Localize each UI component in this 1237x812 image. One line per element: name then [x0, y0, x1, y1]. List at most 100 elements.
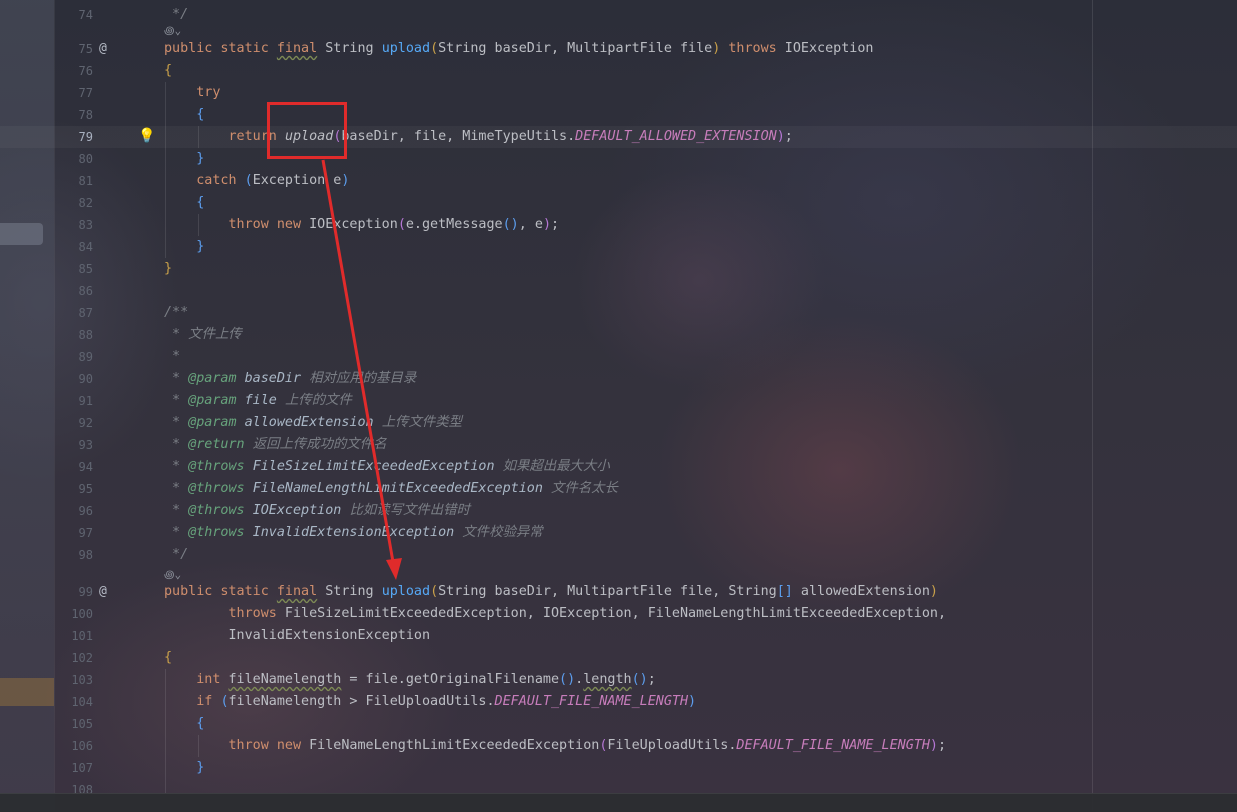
code-text[interactable]: try	[164, 82, 220, 104]
code-text[interactable]: }	[164, 148, 204, 170]
line-number[interactable]: 89	[55, 346, 93, 368]
line-number[interactable]: 74	[55, 4, 93, 26]
line-number[interactable]: 81	[55, 170, 93, 192]
line-number[interactable]: 79	[55, 126, 93, 148]
code-text[interactable]: InvalidExtensionException	[164, 625, 430, 647]
code-line[interactable]: 88 * 文件上传	[0, 324, 1237, 346]
line-number[interactable]: 76	[55, 60, 93, 82]
line-number[interactable]: 97	[55, 522, 93, 544]
code-text[interactable]: * @param file 上传的文件	[164, 390, 352, 412]
code-text[interactable]: throw new FileNameLengthLimitExceededExc…	[164, 735, 947, 757]
line-number[interactable]: 95	[55, 478, 93, 500]
code-line[interactable]: 95 * @throws FileNameLengthLimitExceeded…	[0, 478, 1237, 500]
line-number[interactable]: 96	[55, 500, 93, 522]
code-line[interactable]: 104 if (fileNamelength > FileUploadUtils…	[0, 691, 1237, 713]
line-number[interactable]: 83	[55, 214, 93, 236]
code-text[interactable]: }	[164, 258, 172, 280]
code-line[interactable]: 83 throw new IOException(e.getMessage(),…	[0, 214, 1237, 236]
code-text[interactable]: * @throws FileNameLengthLimitExceededExc…	[164, 478, 618, 500]
code-text[interactable]: int fileNamelength = file.getOriginalFil…	[164, 669, 656, 691]
code-text[interactable]: throws FileSizeLimitExceededException, I…	[164, 603, 947, 625]
code-line[interactable]: 106 throw new FileNameLengthLimitExceede…	[0, 735, 1237, 757]
line-number[interactable]: 93	[55, 434, 93, 456]
code-line[interactable]: 81 catch (Exception e)	[0, 170, 1237, 192]
code-text[interactable]: {	[164, 104, 204, 126]
code-line[interactable]: 94 * @throws FileSizeLimitExceededExcept…	[0, 456, 1237, 478]
line-number[interactable]: 77	[55, 82, 93, 104]
code-line[interactable]: 105 {	[0, 713, 1237, 735]
line-number[interactable]: 88	[55, 324, 93, 346]
code-text[interactable]: */	[164, 544, 188, 566]
line-number[interactable]: 91	[55, 390, 93, 412]
line-number[interactable]: 75	[55, 38, 93, 60]
code-line[interactable]: 93 * @return 返回上传成功的文件名	[0, 434, 1237, 456]
code-line[interactable]: 80 }	[0, 148, 1237, 170]
code-text[interactable]: *	[164, 346, 180, 368]
code-text[interactable]: public static final String upload(String…	[164, 581, 938, 603]
lightbulb-icon[interactable]: 💡	[138, 125, 155, 147]
code-text[interactable]: {	[164, 713, 204, 735]
code-text[interactable]: * @return 返回上传成功的文件名	[164, 434, 387, 456]
implements-marker-icon[interactable]: @	[99, 38, 107, 60]
code-line[interactable]: 86	[0, 280, 1237, 302]
code-line[interactable]: 102 {	[0, 647, 1237, 669]
code-line[interactable]: 97 * @throws InvalidExtensionException 文…	[0, 522, 1237, 544]
code-line[interactable]: 85}	[0, 258, 1237, 280]
code-text[interactable]: * @throws IOException 比如读写文件出错时	[164, 500, 470, 522]
line-number[interactable]: 78	[55, 104, 93, 126]
line-number[interactable]: 92	[55, 412, 93, 434]
line-number[interactable]: 101	[55, 625, 93, 647]
code-line[interactable]: 92 * @param allowedExtension 上传文件类型	[0, 412, 1237, 434]
code-line[interactable]: 96 * @throws IOException 比如读写文件出错时	[0, 500, 1237, 522]
line-number[interactable]: 90	[55, 368, 93, 390]
line-number[interactable]: 94	[55, 456, 93, 478]
code-text[interactable]: /**	[164, 302, 188, 324]
line-number[interactable]: 107	[55, 757, 93, 779]
code-line[interactable]: 75 @ public static final String upload(Str…	[0, 38, 1237, 60]
code-text[interactable]: * 文件上传	[164, 324, 242, 346]
code-line[interactable]: 90 * @param baseDir 相对应用的基目录	[0, 368, 1237, 390]
code-text[interactable]: throw new IOException(e.getMessage(), e)…	[164, 214, 560, 236]
code-line[interactable]: 79 💡 return upload(baseDir, file, MimeTyp…	[0, 126, 1237, 148]
code-text[interactable]: }	[164, 757, 204, 779]
line-number[interactable]: 87	[55, 302, 93, 324]
code-text[interactable]: return upload(baseDir, file, MimeTypeUti…	[164, 126, 793, 148]
line-number[interactable]: 100	[55, 603, 93, 625]
code-line[interactable]: 107 }	[0, 757, 1237, 779]
line-number[interactable]: 103	[55, 669, 93, 691]
line-number[interactable]: 86	[55, 280, 93, 302]
code-text[interactable]: * @param baseDir 相对应用的基目录	[164, 368, 416, 390]
inlay-hint-icon[interactable]: ꩜⌄	[164, 22, 181, 38]
code-text[interactable]: public static final String upload(String…	[164, 38, 873, 60]
code-line[interactable]: 101 InvalidExtensionException	[0, 625, 1237, 647]
line-number[interactable]: 85	[55, 258, 93, 280]
code-line[interactable]: 76 {	[0, 60, 1237, 82]
implements-marker-icon[interactable]: @	[99, 581, 107, 603]
code-line[interactable]: 74 */	[0, 4, 1237, 26]
code-line[interactable]: 78 {	[0, 104, 1237, 126]
code-line[interactable]: 77 try	[0, 82, 1237, 104]
line-number[interactable]: 99	[55, 581, 93, 603]
line-number[interactable]: 102	[55, 647, 93, 669]
code-line[interactable]: 87 /**	[0, 302, 1237, 324]
code-text[interactable]: * @throws FileSizeLimitExceededException…	[164, 456, 610, 478]
line-number[interactable]: 80	[55, 148, 93, 170]
line-number[interactable]: 82	[55, 192, 93, 214]
code-line[interactable]: 89 *	[0, 346, 1237, 368]
code-line[interactable]: 84 }	[0, 236, 1237, 258]
code-line[interactable]: 82 {	[0, 192, 1237, 214]
line-number[interactable]: 106	[55, 735, 93, 757]
line-number[interactable]: 104	[55, 691, 93, 713]
code-line[interactable]: 99 @ public static final String upload(Str…	[0, 581, 1237, 603]
code-text[interactable]: catch (Exception e)	[164, 170, 349, 192]
code-line[interactable]: 98 */	[0, 544, 1237, 566]
code-text[interactable]: * @throws InvalidExtensionException 文件校验…	[164, 522, 543, 544]
line-number[interactable]: 84	[55, 236, 93, 258]
code-text[interactable]: * @param allowedExtension 上传文件类型	[164, 412, 462, 434]
line-number[interactable]: 98	[55, 544, 93, 566]
code-line[interactable]: 91 * @param file 上传的文件	[0, 390, 1237, 412]
code-text[interactable]: }	[164, 236, 204, 258]
code-line[interactable]: 103 int fileNamelength = file.getOrigina…	[0, 669, 1237, 691]
code-text[interactable]: if (fileNamelength > FileUploadUtils.DEF…	[164, 691, 696, 713]
code-text[interactable]: {	[164, 647, 172, 669]
